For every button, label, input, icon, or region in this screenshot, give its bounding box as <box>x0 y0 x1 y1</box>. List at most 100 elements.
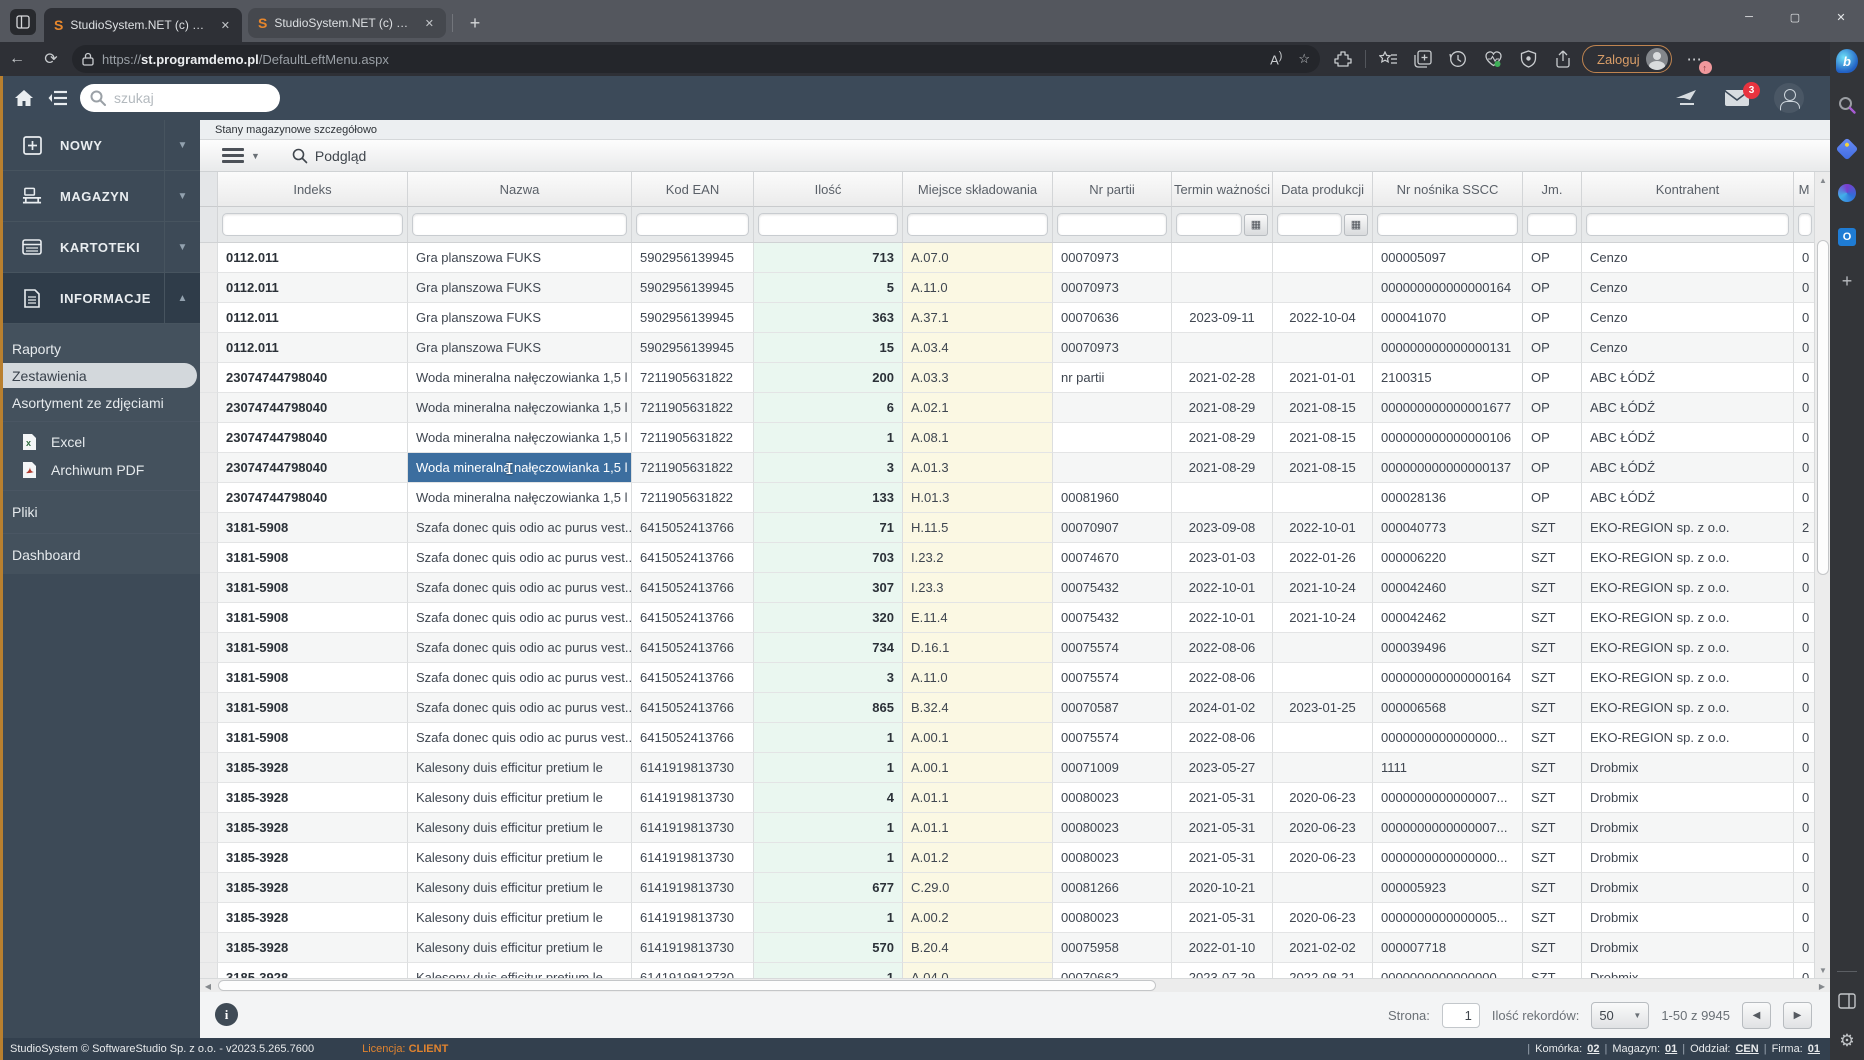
table-cell[interactable]: 0 <box>1794 903 1814 933</box>
table-cell[interactable]: 703 <box>754 543 903 573</box>
table-cell[interactable]: Drobmix <box>1582 843 1794 873</box>
table-cell[interactable]: 0000000000000000 <box>1373 963 1523 979</box>
table-cell[interactable]: 307 <box>754 573 903 603</box>
table-cell[interactable]: 7211905631822 <box>632 363 754 393</box>
table-row[interactable]: 0112.011 Gra planszowa FUKS 5902956139945 5… <box>200 273 1830 303</box>
table-cell[interactable]: E.11.4 <box>903 603 1053 633</box>
table-cell[interactable]: 2023-09-08 <box>1172 513 1273 543</box>
web-capture-icon[interactable] <box>1515 46 1541 72</box>
table-cell[interactable]: 2023-09-11 <box>1172 303 1273 333</box>
table-row[interactable]: 23074744798040 Woda mineralna nałęczowian… <box>200 483 1830 513</box>
table-cell[interactable]: Kalesony duis efficitur pretium le <box>408 783 632 813</box>
table-cell[interactable]: A.00.1 <box>903 723 1053 753</box>
table-row[interactable]: 3185-3928 Kalesony duis efficitur pretium… <box>200 753 1830 783</box>
vertical-scroll-thumb[interactable] <box>1817 240 1829 575</box>
table-cell[interactable]: Drobmix <box>1582 873 1794 903</box>
calendar-icon[interactable]: ▦ <box>1344 213 1368 236</box>
url-field[interactable]: https://st.programdemo.pl/DefaultLeftMen… <box>72 45 1320 73</box>
table-cell[interactable]: Kalesony duis efficitur pretium le <box>408 813 632 843</box>
table-cell[interactable]: C.29.0 <box>903 873 1053 903</box>
table-cell[interactable]: 6141919813730 <box>632 933 754 963</box>
table-cell[interactable]: 00080023 <box>1053 843 1172 873</box>
home-icon[interactable] <box>14 89 34 107</box>
table-cell[interactable]: 3185-3928 <box>218 963 408 979</box>
table-cell[interactable]: 363 <box>754 303 903 333</box>
table-cell[interactable]: 00070587 <box>1053 693 1172 723</box>
table-cell[interactable]: A.08.1 <box>903 423 1053 453</box>
table-cell[interactable] <box>1172 333 1273 363</box>
table-cell[interactable]: 3181-5908 <box>218 573 408 603</box>
table-cell[interactable]: Cenzo <box>1582 303 1794 333</box>
table-cell[interactable]: SZT <box>1523 963 1582 979</box>
table-cell[interactable]: OP <box>1523 303 1582 333</box>
table-cell[interactable]: 133 <box>754 483 903 513</box>
microsoft-365-icon[interactable] <box>1836 182 1858 204</box>
table-cell[interactable]: 23074744798040 <box>218 423 408 453</box>
table-cell[interactable]: SZT <box>1523 573 1582 603</box>
table-cell[interactable]: 0 <box>1794 393 1814 423</box>
chevron-down-icon[interactable]: ▼ <box>164 222 200 272</box>
table-cell[interactable]: 6141919813730 <box>632 903 754 933</box>
table-cell[interactable]: Drobmix <box>1582 903 1794 933</box>
filter-input[interactable] <box>222 213 403 236</box>
table-cell[interactable]: Cenzo <box>1582 273 1794 303</box>
table-cell[interactable]: SZT <box>1523 813 1582 843</box>
table-cell[interactable]: 2021-05-31 <box>1172 783 1273 813</box>
table-cell[interactable]: 000006220 <box>1373 543 1523 573</box>
table-cell[interactable]: Woda mineralna nałęczowianka 1,5 l <box>408 453 632 483</box>
table-cell[interactable]: EKO-REGION sp. z o.o. <box>1582 693 1794 723</box>
table-cell[interactable]: 000000000000000137 <box>1373 453 1523 483</box>
new-tab-button[interactable]: + <box>462 10 488 36</box>
table-cell[interactable]: Kalesony duis efficitur pretium le <box>408 873 632 903</box>
table-cell[interactable]: H.01.3 <box>903 483 1053 513</box>
table-cell[interactable]: 00070907 <box>1053 513 1172 543</box>
table-cell[interactable]: 7211905631822 <box>632 483 754 513</box>
table-cell[interactable]: 1111 <box>1373 753 1523 783</box>
table-cell[interactable]: 2021-08-29 <box>1172 393 1273 423</box>
table-cell[interactable] <box>1273 333 1373 363</box>
table-cell[interactable]: 2100315 <box>1373 363 1523 393</box>
share-icon[interactable] <box>1550 46 1576 72</box>
table-cell[interactable]: 2020-06-23 <box>1273 783 1373 813</box>
table-cell[interactable]: 2022-08-06 <box>1172 663 1273 693</box>
table-cell[interactable]: 1 <box>754 903 903 933</box>
table-cell[interactable] <box>1273 633 1373 663</box>
table-cell[interactable]: 4 <box>754 783 903 813</box>
table-cell[interactable]: A.01.1 <box>903 813 1053 843</box>
table-cell[interactable]: 00081960 <box>1053 483 1172 513</box>
table-cell[interactable]: 0 <box>1794 723 1814 753</box>
table-cell[interactable]: 0 <box>1794 423 1814 453</box>
table-cell[interactable]: 0112.011 <box>218 243 408 273</box>
table-cell[interactable]: 00070973 <box>1053 333 1172 363</box>
table-cell[interactable]: SZT <box>1523 723 1582 753</box>
column-header[interactable]: Nr nośnika SSCC <box>1373 172 1523 207</box>
table-cell[interactable]: Drobmix <box>1582 933 1794 963</box>
table-cell[interactable]: A.03.4 <box>903 333 1053 363</box>
table-cell[interactable]: Szafa donec quis odio ac purus vest... <box>408 693 632 723</box>
submenu-item-asortyment[interactable]: Asortyment ze zdjęciami <box>0 390 200 415</box>
table-cell[interactable]: 570 <box>754 933 903 963</box>
table-cell[interactable]: 00080023 <box>1053 813 1172 843</box>
back-button[interactable]: ← <box>0 50 34 68</box>
table-cell[interactable]: 0000000000000005... <box>1373 903 1523 933</box>
table-cell[interactable]: 3181-5908 <box>218 513 408 543</box>
table-row[interactable]: 23074744798040 Woda mineralna nałęczowian… <box>200 453 1830 483</box>
table-cell[interactable]: SZT <box>1523 933 1582 963</box>
table-cell[interactable]: A.01.3 <box>903 453 1053 483</box>
grid-menu-icon[interactable] <box>222 148 244 163</box>
table-cell[interactable]: A.01.1 <box>903 783 1053 813</box>
table-row[interactable]: 3181-5908 Szafa donec quis odio ac purus … <box>200 543 1830 573</box>
browser-essentials-icon[interactable] <box>1480 46 1506 72</box>
maximize-button[interactable]: ▢ <box>1772 0 1818 34</box>
sidebar-search-icon[interactable] <box>1836 94 1858 116</box>
table-cell[interactable]: 3181-5908 <box>218 543 408 573</box>
table-cell[interactable]: OP <box>1523 423 1582 453</box>
table-cell[interactable]: 2022-08-06 <box>1172 723 1273 753</box>
table-cell[interactable]: OP <box>1523 393 1582 423</box>
table-cell[interactable]: H.11.5 <box>903 513 1053 543</box>
table-cell[interactable]: 00070636 <box>1053 303 1172 333</box>
submenu-item-zestawienia[interactable]: Zestawienia <box>0 363 197 388</box>
table-cell[interactable]: OP <box>1523 333 1582 363</box>
column-header[interactable]: Ilość <box>754 172 903 207</box>
table-cell[interactable]: 23074744798040 <box>218 393 408 423</box>
